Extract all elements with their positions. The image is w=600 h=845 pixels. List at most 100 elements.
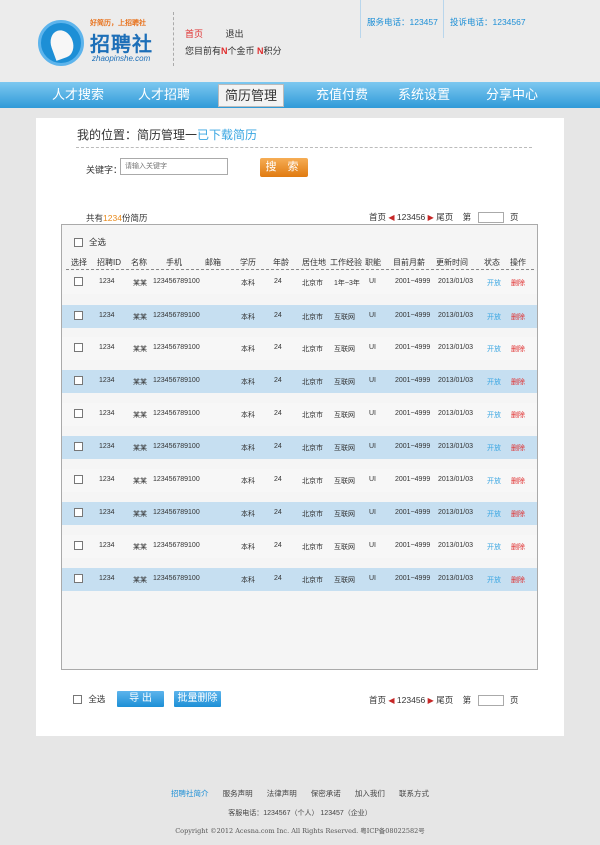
site-logo[interactable]: 好简历，上招聘社 招聘社 zhaopinshe.com	[34, 14, 174, 70]
row-function: UI	[369, 312, 376, 319]
next-arrow-icon[interactable]: ▶	[428, 696, 434, 705]
footer-link-service[interactable]: 服务声明	[223, 789, 253, 798]
nav-recharge[interactable]: 充值付费	[304, 82, 380, 108]
row-status[interactable]: 开放	[487, 443, 501, 453]
row-education: 本科	[241, 280, 255, 287]
row-checkbox[interactable]	[74, 574, 83, 583]
prev-arrow-icon[interactable]: ◀	[388, 213, 394, 222]
nav-settings[interactable]: 系统设置	[386, 82, 462, 108]
pager-first[interactable]: 首页	[369, 212, 386, 222]
row-age: 24	[274, 542, 282, 549]
batch-delete-button[interactable]: 批量删除	[174, 691, 221, 707]
coins-mid: 个金币	[227, 46, 255, 56]
row-checkbox[interactable]	[74, 343, 83, 352]
search-button[interactable]: 搜 索	[260, 158, 308, 177]
row-function: UI	[369, 377, 376, 384]
nav-resume-management[interactable]: 简历管理	[218, 84, 284, 107]
row-action[interactable]: 删除	[511, 509, 525, 519]
row-status[interactable]: 开放	[487, 278, 501, 288]
row-action[interactable]: 删除	[511, 312, 525, 322]
points-suffix: 积分	[263, 46, 282, 56]
nav-recruitment[interactable]: 人才招聘	[126, 82, 202, 108]
page-number-input[interactable]	[477, 212, 504, 224]
pager-page-suffix: 页	[509, 695, 519, 705]
footer-link-contact[interactable]: 联系方式	[399, 789, 429, 798]
row-updated: 2013/01/03	[438, 312, 474, 319]
row-checkbox[interactable]	[74, 541, 83, 550]
keyword-input[interactable]	[120, 158, 228, 175]
footer-service-phone: 客服电话：1234567（个人） 123457（企业）	[228, 810, 372, 817]
row-age: 24	[274, 312, 282, 319]
footer-link-legal[interactable]: 法律声明	[267, 789, 297, 798]
row-checkbox[interactable]	[74, 442, 83, 451]
row-salary: 2001~4999	[395, 542, 431, 549]
row-checkbox[interactable]	[74, 409, 83, 418]
next-arrow-icon[interactable]: ▶	[428, 213, 434, 222]
row-age: 24	[274, 443, 282, 450]
pager-page-suffix: 页	[509, 212, 519, 222]
row-action[interactable]: 删除	[511, 344, 525, 354]
page-number-input[interactable]	[477, 695, 504, 707]
pager-last[interactable]: 尾页	[436, 695, 453, 705]
footer-copyright: Copyright ©2012 Acesna.com Inc. All Righ…	[175, 827, 425, 835]
row-id: 1234	[99, 278, 115, 285]
breadcrumb-current[interactable]: 已下载简历	[197, 128, 257, 142]
row-checkbox[interactable]	[74, 508, 83, 517]
row-status[interactable]: 开放	[487, 344, 501, 354]
row-checkbox[interactable]	[74, 475, 83, 484]
select-all-checkbox[interactable]	[74, 238, 83, 248]
nav-share-center[interactable]: 分享中心	[474, 82, 550, 108]
nav-talent-search[interactable]: 人才搜索	[40, 82, 116, 108]
pager-pages[interactable]: 123456	[397, 212, 425, 222]
row-phone: 123456789100	[153, 344, 200, 351]
row-id: 1234	[99, 575, 115, 582]
row-age: 24	[274, 377, 282, 384]
row-function: UI	[369, 278, 376, 285]
row-function: UI	[369, 410, 376, 417]
row-action[interactable]: 删除	[511, 476, 525, 486]
col-header: 操作	[510, 258, 526, 267]
footer-link-join[interactable]: 加入我们	[355, 789, 385, 798]
row-status[interactable]: 开放	[487, 312, 501, 322]
row-status[interactable]: 开放	[487, 575, 501, 585]
row-checkbox[interactable]	[74, 311, 83, 320]
row-city: 北京市	[302, 445, 323, 452]
table-row: 1234 某某 123456789100 本科 24 北京市 互联网 UI 2001~4999 2…	[62, 469, 537, 492]
row-experience: 互联网	[334, 544, 355, 551]
row-checkbox[interactable]	[74, 277, 83, 286]
row-status[interactable]: 开放	[487, 476, 501, 486]
row-updated: 2013/01/03	[438, 410, 474, 417]
footer-link-privacy[interactable]: 保密承诺	[311, 789, 341, 798]
row-action[interactable]: 删除	[511, 575, 525, 585]
row-action[interactable]: 删除	[511, 278, 525, 288]
row-phone: 123456789100	[153, 476, 200, 483]
pager-page-prefix: 第	[462, 695, 472, 705]
row-status[interactable]: 开放	[487, 377, 501, 387]
row-checkbox[interactable]	[74, 376, 83, 385]
home-link[interactable]: 首页	[185, 29, 203, 39]
row-experience: 互联网	[334, 379, 355, 386]
prev-arrow-icon[interactable]: ◀	[388, 696, 394, 705]
row-education: 本科	[241, 346, 255, 353]
row-status[interactable]: 开放	[487, 509, 501, 519]
logout-link[interactable]: 退出	[226, 29, 244, 39]
row-status[interactable]: 开放	[487, 542, 501, 552]
resume-table: 全选 选择 招聘ID 名称 手机 邮箱 学历 年龄 居住地 工作经验 职能 目前…	[61, 224, 538, 670]
row-name: 某某	[133, 314, 147, 321]
row-id: 1234	[99, 410, 115, 417]
pager-first[interactable]: 首页	[369, 695, 386, 705]
row-action[interactable]: 删除	[511, 443, 525, 453]
export-button[interactable]: 导 出	[117, 691, 164, 707]
row-action[interactable]: 删除	[511, 410, 525, 420]
row-function: UI	[369, 476, 376, 483]
footer-link-about[interactable]: 招聘社简介	[171, 789, 209, 798]
row-salary: 2001~4999	[395, 509, 431, 516]
row-status[interactable]: 开放	[487, 410, 501, 420]
col-header: 工作经验	[330, 258, 362, 267]
row-action[interactable]: 删除	[511, 542, 525, 552]
pager-pages[interactable]: 123456	[397, 695, 425, 705]
pager-last[interactable]: 尾页	[436, 212, 453, 222]
row-name: 某某	[133, 379, 147, 386]
row-action[interactable]: 删除	[511, 377, 525, 387]
bottom-select-all-checkbox[interactable]	[73, 695, 82, 705]
